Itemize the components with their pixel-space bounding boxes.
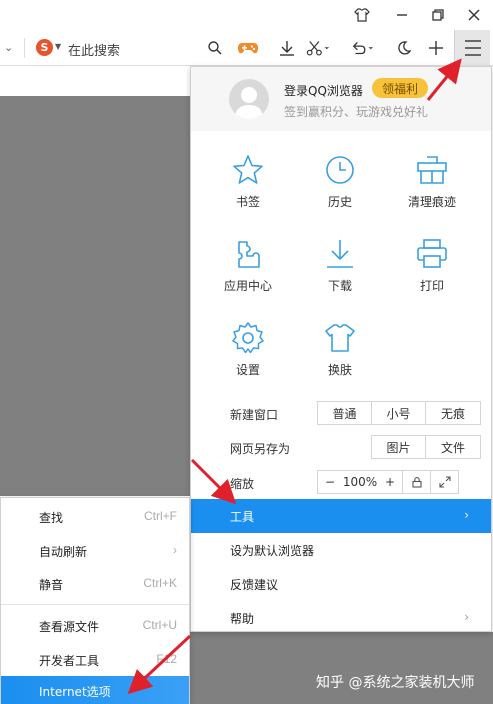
shortcut-label: Ctrl+K <box>143 576 177 590</box>
menu-item-feedback[interactable]: 反馈建议 <box>191 567 491 601</box>
title-bar <box>0 0 493 30</box>
chevron-right-icon: › <box>464 508 469 522</box>
grid-item-history[interactable]: 历史 <box>295 153 385 223</box>
grid-item-clear-traces[interactable]: 清理痕迹 <box>387 153 477 223</box>
undo-icon[interactable] <box>350 36 374 60</box>
zoom-in-button[interactable]: + <box>378 471 402 493</box>
star-icon <box>233 155 263 184</box>
submenu-item-internet-options[interactable]: Internet选项 <box>1 676 189 704</box>
menu-item-set-default[interactable]: 设为默认浏览器 <box>191 533 491 567</box>
tools-submenu: 查找 Ctrl+F 自动刷新 › 静音 Ctrl+K 查看源文件 Ctrl+U … <box>0 497 190 704</box>
gear-icon <box>232 322 264 354</box>
grid-item-label: 换肤 <box>327 363 352 377</box>
submenu-item-label: 查看源文件 <box>39 620 100 634</box>
close-icon[interactable] <box>460 4 488 26</box>
chevron-right-icon: › <box>464 610 469 624</box>
grid-item-label: 设置 <box>235 363 260 377</box>
chevron-right-icon: › <box>173 543 177 557</box>
grid-item-label: 清理痕迹 <box>407 195 456 209</box>
save-as-image-button[interactable]: 图片 <box>372 436 426 458</box>
grid-item-label: 应用中心 <box>223 279 272 293</box>
grid-item-download[interactable]: 下载 <box>295 237 385 307</box>
welfare-badge[interactable]: 领福利 <box>372 78 428 98</box>
submenu-item-label: Internet选项 <box>39 685 111 699</box>
clock-icon <box>326 156 354 184</box>
zoom-out-button[interactable]: − <box>318 471 342 493</box>
shortcut-label: Ctrl+F <box>144 509 177 523</box>
caret-down-icon[interactable]: ▼ <box>55 42 61 51</box>
toolbar: ⌄ S ▼ 在此搜索 <box>0 30 493 66</box>
search-engine-logo[interactable]: S <box>36 39 53 56</box>
shirt-icon[interactable] <box>348 4 376 26</box>
download-icon <box>327 240 353 268</box>
submenu-item-auto-refresh[interactable]: 自动刷新 › <box>1 534 189 567</box>
shirt-icon <box>325 324 355 352</box>
grid-item-label: 历史 <box>327 195 352 209</box>
plus-icon[interactable] <box>424 36 448 60</box>
new-window-normal-button[interactable]: 普通 <box>318 402 372 424</box>
grid-item-bookmarks[interactable]: 书签 <box>203 153 293 223</box>
menu-item-label: 反馈建议 <box>230 578 279 592</box>
save-as-file-button[interactable]: 文件 <box>426 436 480 458</box>
new-window-options: 普通 小号 无痕 <box>317 401 481 425</box>
submenu-item-dev-tools[interactable]: 开发者工具 F12 <box>1 643 189 676</box>
zoom-controls: − 100% + <box>317 470 459 494</box>
puzzle-icon <box>238 241 260 268</box>
grid-item-label: 下载 <box>327 279 352 293</box>
search-input[interactable]: 在此搜索 <box>68 40 120 59</box>
menu-icon <box>465 40 481 56</box>
divider <box>1 604 189 605</box>
zoom-label: 缩放 <box>230 477 255 491</box>
new-window-incognito-button[interactable]: 无痕 <box>426 402 480 424</box>
new-window-label: 新建窗口 <box>230 408 279 422</box>
menu-item-tools[interactable]: 工具 › <box>191 499 491 533</box>
save-as-label: 网页另存为 <box>230 442 291 456</box>
printer-icon <box>417 239 447 268</box>
shortcut-label: Ctrl+U <box>142 618 177 632</box>
grid-item-label: 打印 <box>419 279 444 293</box>
submenu-item-label: 自动刷新 <box>39 545 88 559</box>
divider <box>24 38 25 58</box>
grid-item-label: 书签 <box>235 195 260 209</box>
new-window-small-button[interactable]: 小号 <box>372 402 426 424</box>
save-as-options: 图片 文件 <box>371 435 481 459</box>
page-header-strip <box>0 67 190 96</box>
grid-item-app-center[interactable]: 应用中心 <box>203 237 293 307</box>
scissors-icon[interactable] <box>306 36 330 60</box>
menu-item-label: 帮助 <box>230 612 255 626</box>
game-icon[interactable] <box>236 36 260 60</box>
submenu-item-label: 静音 <box>39 578 64 592</box>
restore-icon[interactable] <box>424 4 452 26</box>
grid-item-print[interactable]: 打印 <box>387 237 477 307</box>
shortcut-label: F12 <box>156 652 177 666</box>
grid-item-skin[interactable]: 换肤 <box>295 321 385 391</box>
sign-in-promo-text: 签到赢积分、玩游戏兑好礼 <box>284 105 429 119</box>
watermark: 知乎 @系统之家装机大师 <box>316 675 475 691</box>
chevron-down-icon[interactable]: ⌄ <box>4 41 13 54</box>
menu-item-help[interactable]: 帮助 › <box>191 601 491 635</box>
submenu-item-view-source[interactable]: 查看源文件 Ctrl+U <box>1 609 189 642</box>
submenu-item-find[interactable]: 查找 Ctrl+F <box>1 500 189 533</box>
submenu-item-label: 开发者工具 <box>39 654 100 668</box>
search-icon[interactable] <box>203 36 227 60</box>
moon-icon[interactable] <box>392 36 416 60</box>
lock-icon[interactable] <box>402 471 430 493</box>
login-link[interactable]: 登录QQ浏览器 <box>284 82 363 99</box>
fullscreen-icon[interactable] <box>430 471 458 493</box>
main-menu-panel: 登录QQ浏览器 领福利 签到赢积分、玩游戏兑好礼 书签 历史 清理痕迹 应用中心… <box>190 66 492 632</box>
menu-button[interactable] <box>454 30 490 66</box>
grid-item-settings[interactable]: 设置 <box>203 321 293 391</box>
zoom-level: 100% <box>342 475 378 489</box>
menu-item-label: 设为默认浏览器 <box>230 544 315 558</box>
page-content-area-bottom <box>190 632 493 704</box>
profile-section[interactable]: 登录QQ浏览器 领福利 签到赢积分、玩游戏兑好礼 <box>191 67 491 131</box>
download-icon[interactable] <box>275 36 299 60</box>
submenu-item-mute[interactable]: 静音 Ctrl+K <box>1 567 189 600</box>
page-content-area <box>0 96 190 496</box>
submenu-item-label: 查找 <box>39 511 64 525</box>
menu-item-label: 工具 <box>230 510 255 524</box>
minimize-icon[interactable] <box>388 4 416 26</box>
avatar[interactable] <box>229 79 269 119</box>
clean-icon <box>417 156 447 184</box>
